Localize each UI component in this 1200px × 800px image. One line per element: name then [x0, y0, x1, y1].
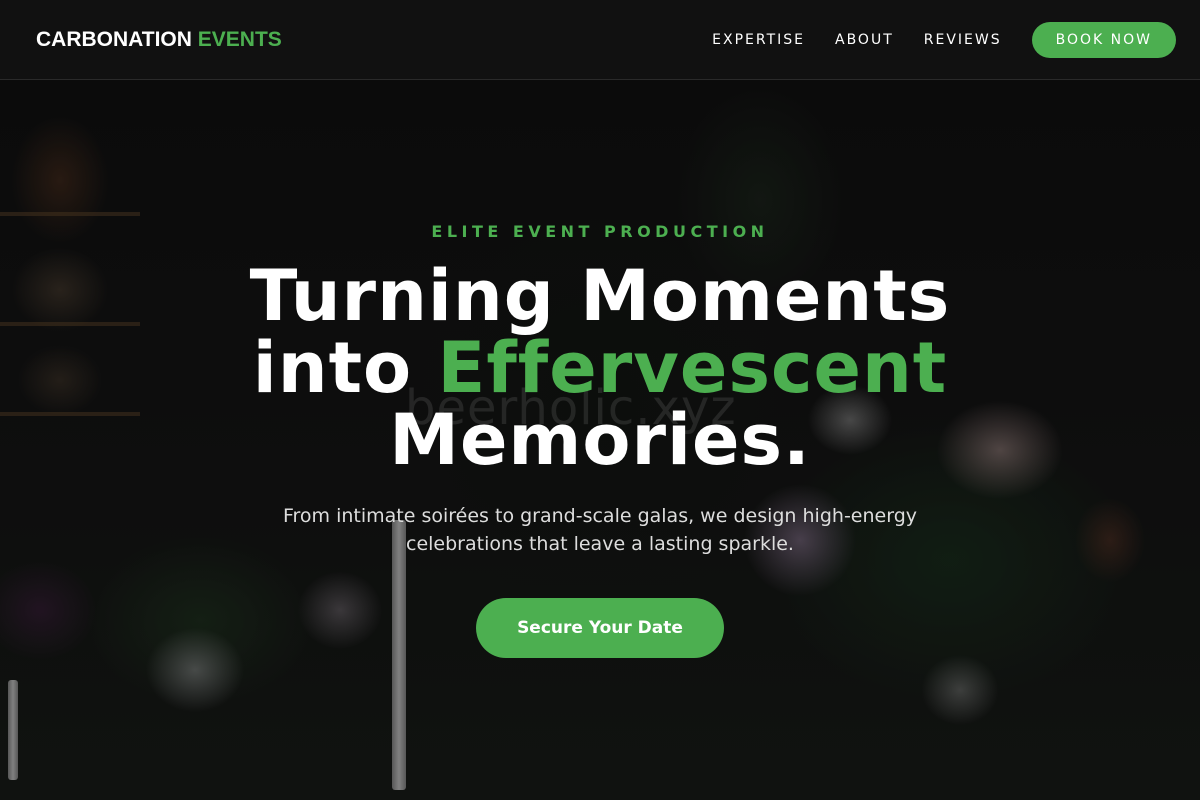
brand-name: CARBONATION — [36, 28, 192, 51]
book-now-button[interactable]: BOOK NOW — [1031, 22, 1176, 58]
page: beerholic.xyz CARBONATION EVENTS EXPERTI… — [0, 0, 1200, 800]
secure-date-button[interactable]: Secure Your Date — [476, 598, 724, 658]
headline-line-2-prefix: into — [252, 327, 438, 409]
main-nav: EXPERTISE ABOUT REVIEWS BOOK NOW — [712, 22, 1176, 58]
nav-link-reviews[interactable]: REVIEWS — [924, 32, 1002, 48]
nav-link-about[interactable]: ABOUT — [835, 32, 894, 48]
nav-link-expertise[interactable]: EXPERTISE — [712, 32, 805, 48]
brand-name-accent: EVENTS — [197, 28, 282, 51]
headline-line-3: Memories. — [389, 399, 811, 481]
hero-eyebrow: ELITE EVENT PRODUCTION — [431, 222, 769, 241]
brand-logo[interactable]: CARBONATION EVENTS — [36, 28, 282, 52]
site-header: CARBONATION EVENTS EXPERTISE ABOUT REVIE… — [0, 0, 1200, 80]
hero-headline: Turning Moments into Effervescent Memori… — [150, 260, 1050, 476]
hero-section: ELITE EVENT PRODUCTION Turning Moments i… — [0, 222, 1200, 658]
headline-accent-word: Effervescent — [437, 327, 948, 409]
hero-subtitle: From intimate soirées to grand-scale gal… — [282, 505, 917, 555]
headline-line-2: into Effervescent — [150, 332, 1050, 404]
headline-line-1: Turning Moments — [249, 255, 951, 337]
